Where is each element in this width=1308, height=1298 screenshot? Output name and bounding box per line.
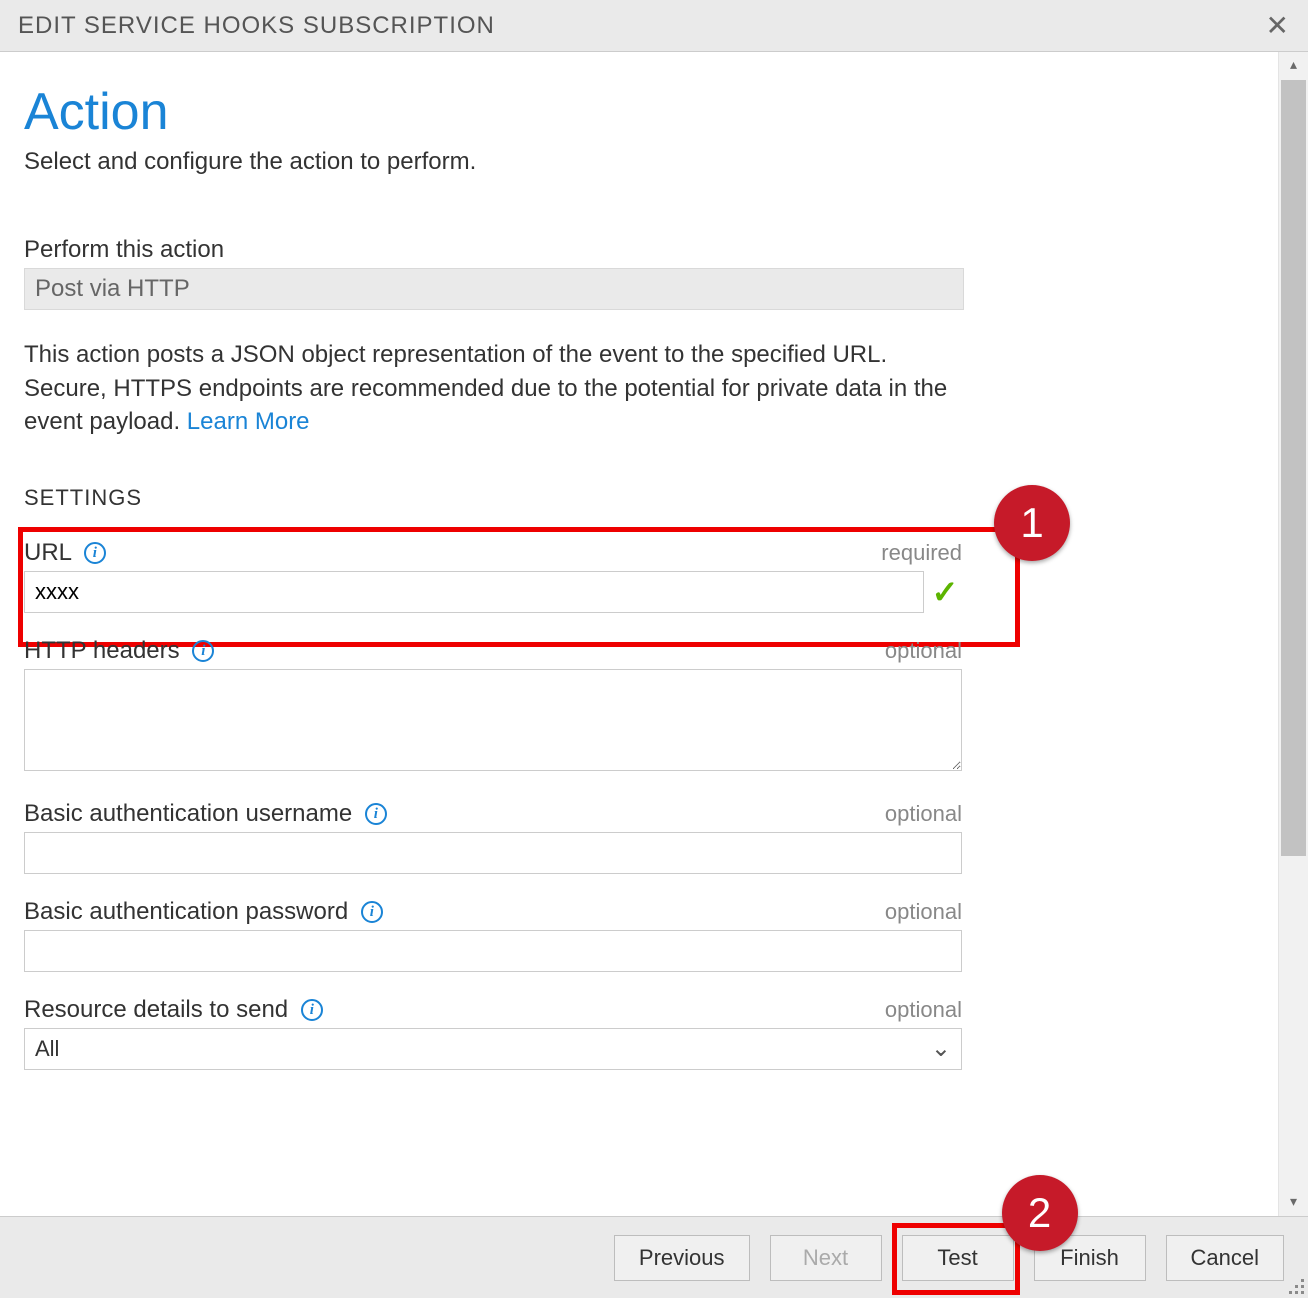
url-label: URL: [24, 539, 71, 566]
page-title: Action: [24, 82, 1254, 142]
scroll-down-icon[interactable]: ▾: [1279, 1193, 1308, 1210]
next-button[interactable]: Next: [770, 1235, 882, 1281]
url-input[interactable]: [24, 571, 924, 613]
resize-grip-icon[interactable]: [1284, 1274, 1306, 1296]
callout-badge-2: 2: [1002, 1175, 1078, 1251]
basic-pass-field-row: Basic authentication password i optional: [24, 898, 962, 972]
http-headers-hint: optional: [885, 638, 962, 664]
url-field-row: URL i required ✓: [24, 539, 962, 613]
url-hint: required: [881, 540, 962, 566]
resource-details-select[interactable]: All ⌄: [24, 1028, 962, 1070]
page-subtitle: Select and configure the action to perfo…: [24, 148, 1254, 176]
basic-pass-label: Basic authentication password: [24, 898, 348, 925]
test-button[interactable]: Test: [902, 1235, 1014, 1281]
http-headers-field-row: HTTP headers i optional: [24, 637, 962, 776]
resource-details-hint: optional: [885, 997, 962, 1023]
dialog-header: EDIT SERVICE HOOKS SUBSCRIPTION ✕: [0, 0, 1308, 52]
dialog-footer: Previous Next 2 Test Finish Cancel: [0, 1216, 1308, 1298]
basic-user-label: Basic authentication username: [24, 800, 352, 827]
action-value: Post via HTTP: [24, 268, 964, 310]
callout-badge-1: 1: [994, 485, 1070, 561]
info-icon[interactable]: i: [192, 640, 214, 662]
basic-user-hint: optional: [885, 801, 962, 827]
dialog-body: Action Select and configure the action t…: [0, 52, 1308, 1216]
close-icon[interactable]: ✕: [1266, 9, 1290, 42]
http-headers-input[interactable]: [24, 669, 962, 771]
info-icon[interactable]: i: [365, 803, 387, 825]
resource-details-label: Resource details to send: [24, 996, 288, 1023]
basic-user-field-row: Basic authentication username i optional: [24, 800, 962, 874]
previous-button[interactable]: Previous: [614, 1235, 750, 1281]
basic-pass-input[interactable]: [24, 930, 962, 972]
info-icon[interactable]: i: [84, 542, 106, 564]
info-icon[interactable]: i: [301, 999, 323, 1021]
scrollbar[interactable]: ▴ ▾: [1278, 52, 1308, 1216]
learn-more-link[interactable]: Learn More: [187, 408, 310, 435]
action-description-text: This action posts a JSON object represen…: [24, 341, 947, 435]
scroll-up-icon[interactable]: ▴: [1279, 56, 1308, 73]
info-icon[interactable]: i: [361, 901, 383, 923]
cancel-button[interactable]: Cancel: [1166, 1235, 1284, 1281]
action-label: Perform this action: [24, 236, 1254, 264]
basic-pass-hint: optional: [885, 899, 962, 925]
basic-user-input[interactable]: [24, 832, 962, 874]
chevron-down-icon: ⌄: [931, 1034, 951, 1063]
settings-heading: SETTINGS: [24, 485, 1254, 511]
resource-details-value: All: [35, 1036, 59, 1062]
resource-details-field-row: Resource details to send i optional All …: [24, 996, 962, 1070]
dialog-title: EDIT SERVICE HOOKS SUBSCRIPTION: [18, 12, 495, 40]
http-headers-label: HTTP headers: [24, 637, 180, 664]
scroll-thumb[interactable]: [1281, 80, 1306, 856]
action-description: This action posts a JSON object represen…: [24, 338, 964, 439]
check-icon: ✓: [928, 573, 962, 611]
content-area: Action Select and configure the action t…: [0, 52, 1278, 1216]
